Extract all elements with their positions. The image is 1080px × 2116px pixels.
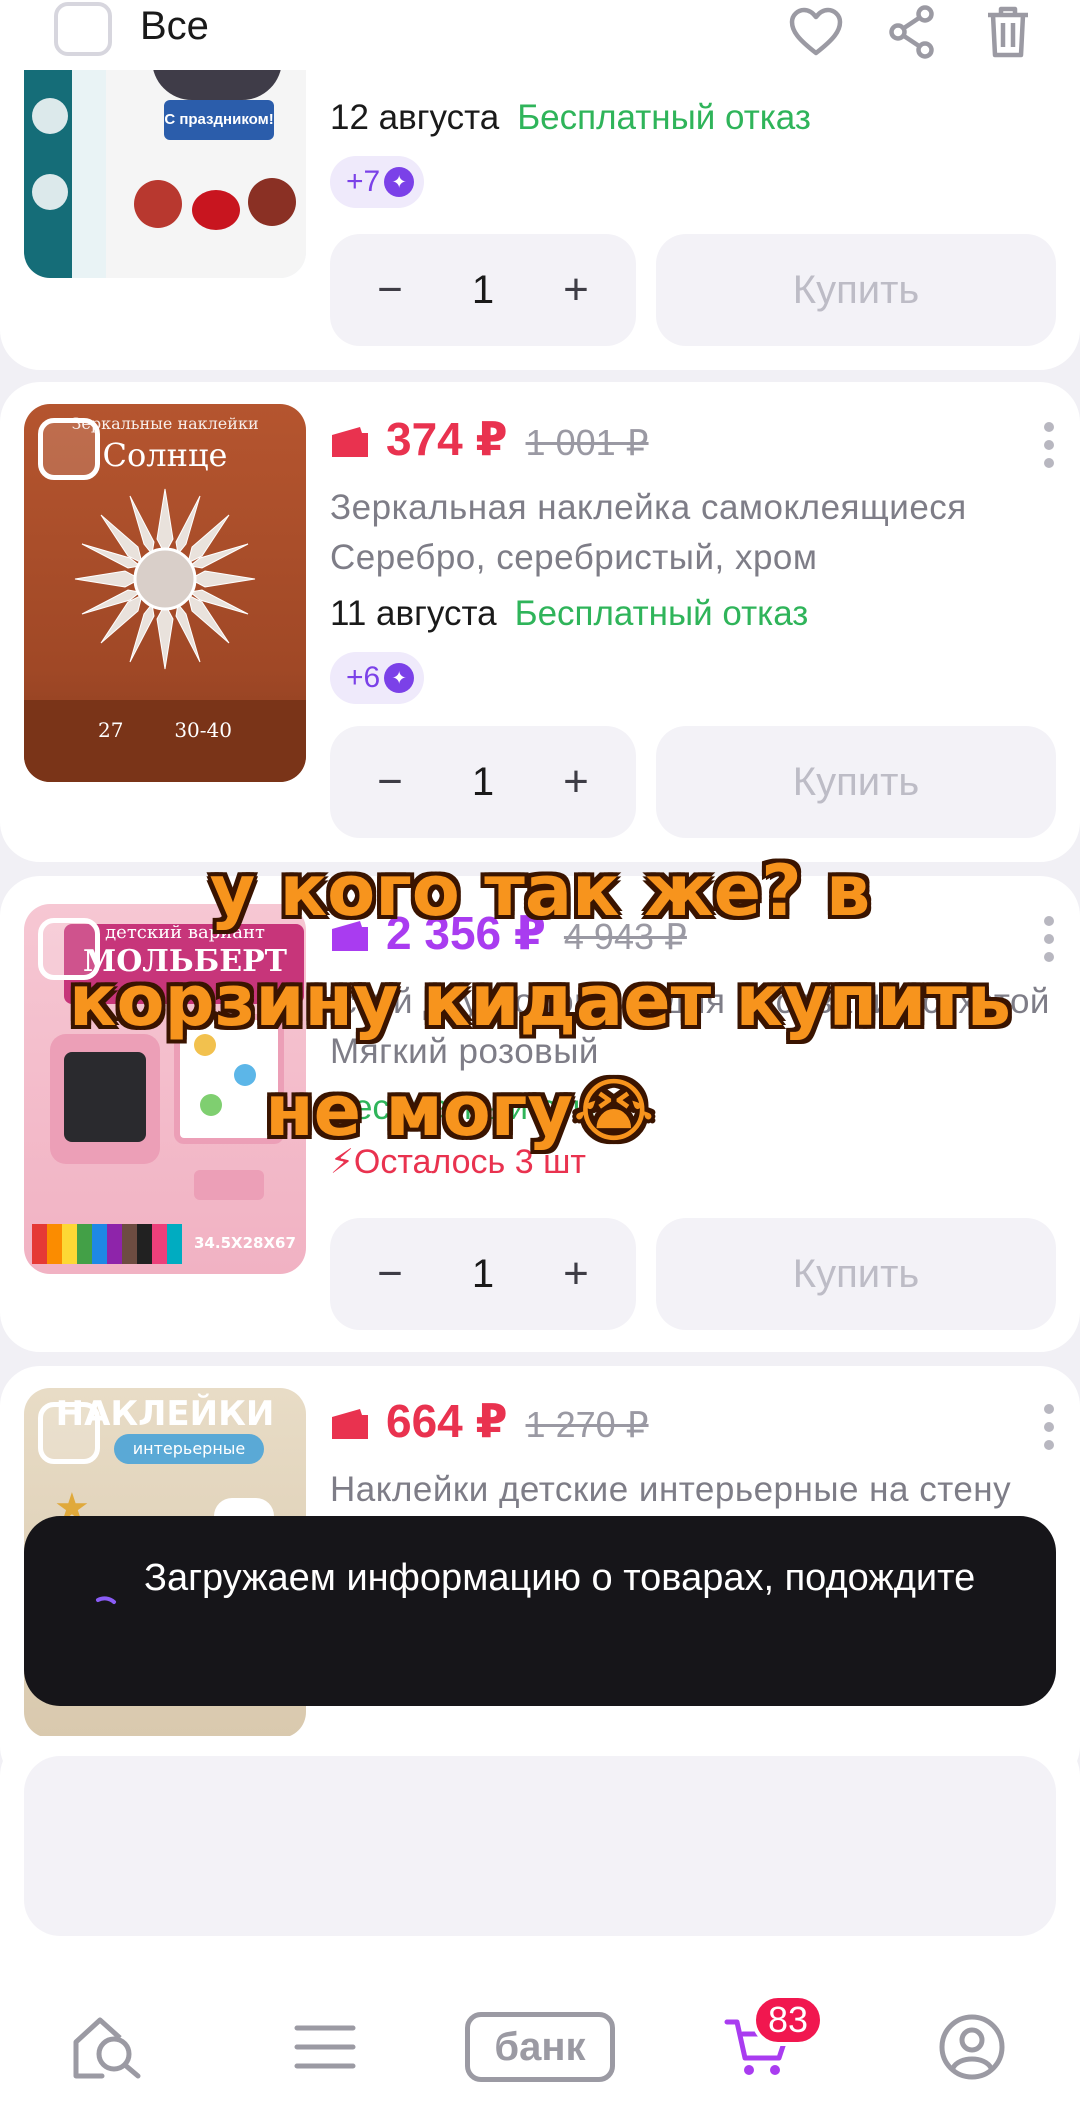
buy-button[interactable]: Купить: [656, 726, 1056, 838]
item-checkbox[interactable]: [38, 1402, 100, 1464]
product-title[interactable]: Зеркальная наклейка самоклеящиеся: [330, 488, 1050, 528]
cart-item-card: Зеркальные наклейки Солнце 27 30-40 374 …: [0, 382, 1080, 862]
old-price: 1 270 ₽: [525, 1404, 649, 1445]
overlay-caption-line: у кого так же? в: [209, 850, 871, 932]
quantity-value: 1: [471, 759, 495, 804]
more-options-icon[interactable]: [1042, 422, 1056, 468]
price-row: 664 ₽ 1 270 ₽: [330, 1394, 649, 1448]
trash-icon[interactable]: [978, 2, 1038, 62]
image-size: 34.5X28X67: [194, 1234, 296, 1252]
delivery-info: 11 августа Бесплатный отказ: [330, 594, 808, 634]
quantity-value: 1: [471, 1251, 495, 1296]
select-all-label: Все: [140, 4, 209, 48]
share-icon[interactable]: [882, 2, 942, 62]
item-checkbox[interactable]: [38, 418, 100, 480]
select-all-checkbox[interactable]: [54, 2, 112, 56]
product-image[interactable]: Зеркальные наклейки Солнце 27 30-40: [24, 404, 306, 782]
delivery-date: 11 августа: [330, 594, 497, 633]
more-options-icon[interactable]: [1042, 1404, 1056, 1450]
home-search-icon[interactable]: [58, 2002, 158, 2092]
increase-button[interactable]: +: [556, 1249, 596, 1299]
buy-button[interactable]: Купить: [656, 1218, 1056, 1330]
quantity-value: 1: [471, 267, 495, 312]
decrease-button[interactable]: −: [370, 265, 410, 315]
sparkle-icon: ✦: [384, 167, 415, 197]
profile-icon[interactable]: [922, 2002, 1022, 2092]
points-badge-label: +6: [346, 661, 381, 694]
image-caption-sub: интерьерные: [114, 1434, 264, 1464]
free-cancel-label: Бесплатный отказ: [517, 98, 811, 137]
old-price: 1 001 ₽: [525, 422, 649, 463]
quantity-stepper: − 1 +: [330, 234, 636, 346]
price-row: 374 ₽ 1 001 ₽: [330, 412, 649, 466]
top-bar: Все: [0, 0, 1080, 70]
free-cancel-label: Бесплатный отказ: [514, 594, 809, 633]
price: 664 ₽: [386, 1395, 508, 1447]
product-subtitle: Серебро, серебристый, хром: [330, 538, 818, 577]
product-title[interactable]: Наклейки детские интерьерные на стену: [330, 1470, 1050, 1510]
quantity-stepper: − 1 +: [330, 726, 636, 838]
catalog-icon[interactable]: [275, 2002, 375, 2092]
decrease-button[interactable]: −: [370, 1249, 410, 1299]
points-badge[interactable]: +6 ✦: [330, 652, 425, 704]
points-badge-label: +7: [346, 165, 381, 198]
checkout-summary-placeholder: [24, 1756, 1056, 1936]
bank-tab[interactable]: банк: [465, 2002, 615, 2092]
cart-count-badge: 83: [752, 1994, 825, 2046]
bottom-nav: банк: [0, 1990, 1080, 2116]
wallet-icon: [332, 1409, 368, 1439]
decrease-button[interactable]: −: [370, 757, 410, 807]
wallet-icon: [332, 427, 368, 457]
heart-icon[interactable]: [786, 2, 846, 62]
overlay-caption-line: не могу😭: [265, 1070, 655, 1152]
buy-button[interactable]: Купить: [656, 234, 1056, 346]
price: 374 ₽: [386, 413, 508, 465]
points-badge[interactable]: +7 ✦: [330, 156, 425, 208]
delivery-date: 12 августа: [330, 98, 500, 137]
loading-spinner-icon: [96, 1596, 116, 1604]
quantity-stepper: − 1 +: [330, 1218, 636, 1330]
increase-button[interactable]: +: [556, 265, 596, 315]
image-numbers: 27 30-40: [98, 718, 232, 742]
increase-button[interactable]: +: [556, 757, 596, 807]
loading-toast: Загружаем информацию о товарах, подождит…: [24, 1516, 1056, 1706]
overlay-caption-line: корзину кидает купить: [69, 960, 1011, 1042]
sparkle-icon: ✦: [384, 663, 415, 693]
loading-toast-text: Загружаем информацию о товарах, подождит…: [144, 1557, 976, 1599]
image-caption: С праздником!: [164, 100, 274, 140]
delivery-info: 12 августа Бесплатный отказ: [330, 98, 811, 138]
sun-mirror-graphic: [74, 488, 256, 670]
bank-label: банк: [465, 2012, 615, 2082]
